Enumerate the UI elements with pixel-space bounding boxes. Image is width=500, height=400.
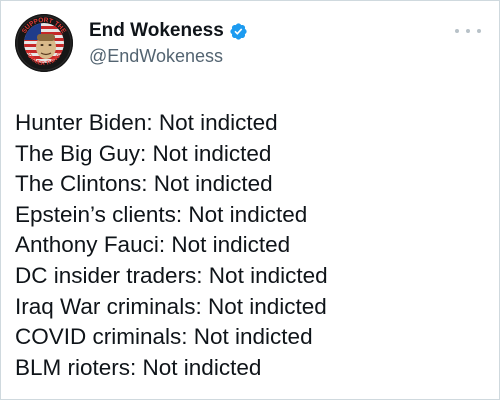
tweet-text: Hunter Biden: Not indicted The Big Guy: … [15,108,489,383]
display-name[interactable]: End Wokeness [89,20,224,42]
verified-badge-icon[interactable] [229,22,248,41]
display-name-row: End Wokeness [89,19,248,43]
tweet-line: The Clintons: Not indicted [15,171,273,197]
tweet-card: SUPPORT THE FORMER THINGS End Wokeness @… [0,0,500,400]
tweet-line: Epstein’s clients: Not indicted [15,201,308,227]
account-handle[interactable]: @EndWokeness [89,46,248,67]
tweet-line: DC insider traders: Not indicted [15,262,328,288]
tweet-header: SUPPORT THE FORMER THINGS End Wokeness @… [15,14,485,72]
tweet-line: The Big Guy: Not indicted [15,140,272,166]
avatar[interactable]: SUPPORT THE FORMER THINGS [15,14,73,72]
more-options-icon[interactable] [455,24,481,38]
tweet-line: Iraq War criminals: Not indicted [15,293,327,319]
tweet-line: Hunter Biden: Not indicted [15,110,278,135]
tweet-line: COVID criminals: Not indicted [15,324,313,350]
tweet-line: BLM rioters: Not indicted [15,354,262,380]
tweet-line: Anthony Fauci: Not indicted [15,232,291,258]
avatar-logo: SUPPORT THE FORMER THINGS [15,14,73,72]
account-names: End Wokeness @EndWokeness [89,19,248,67]
